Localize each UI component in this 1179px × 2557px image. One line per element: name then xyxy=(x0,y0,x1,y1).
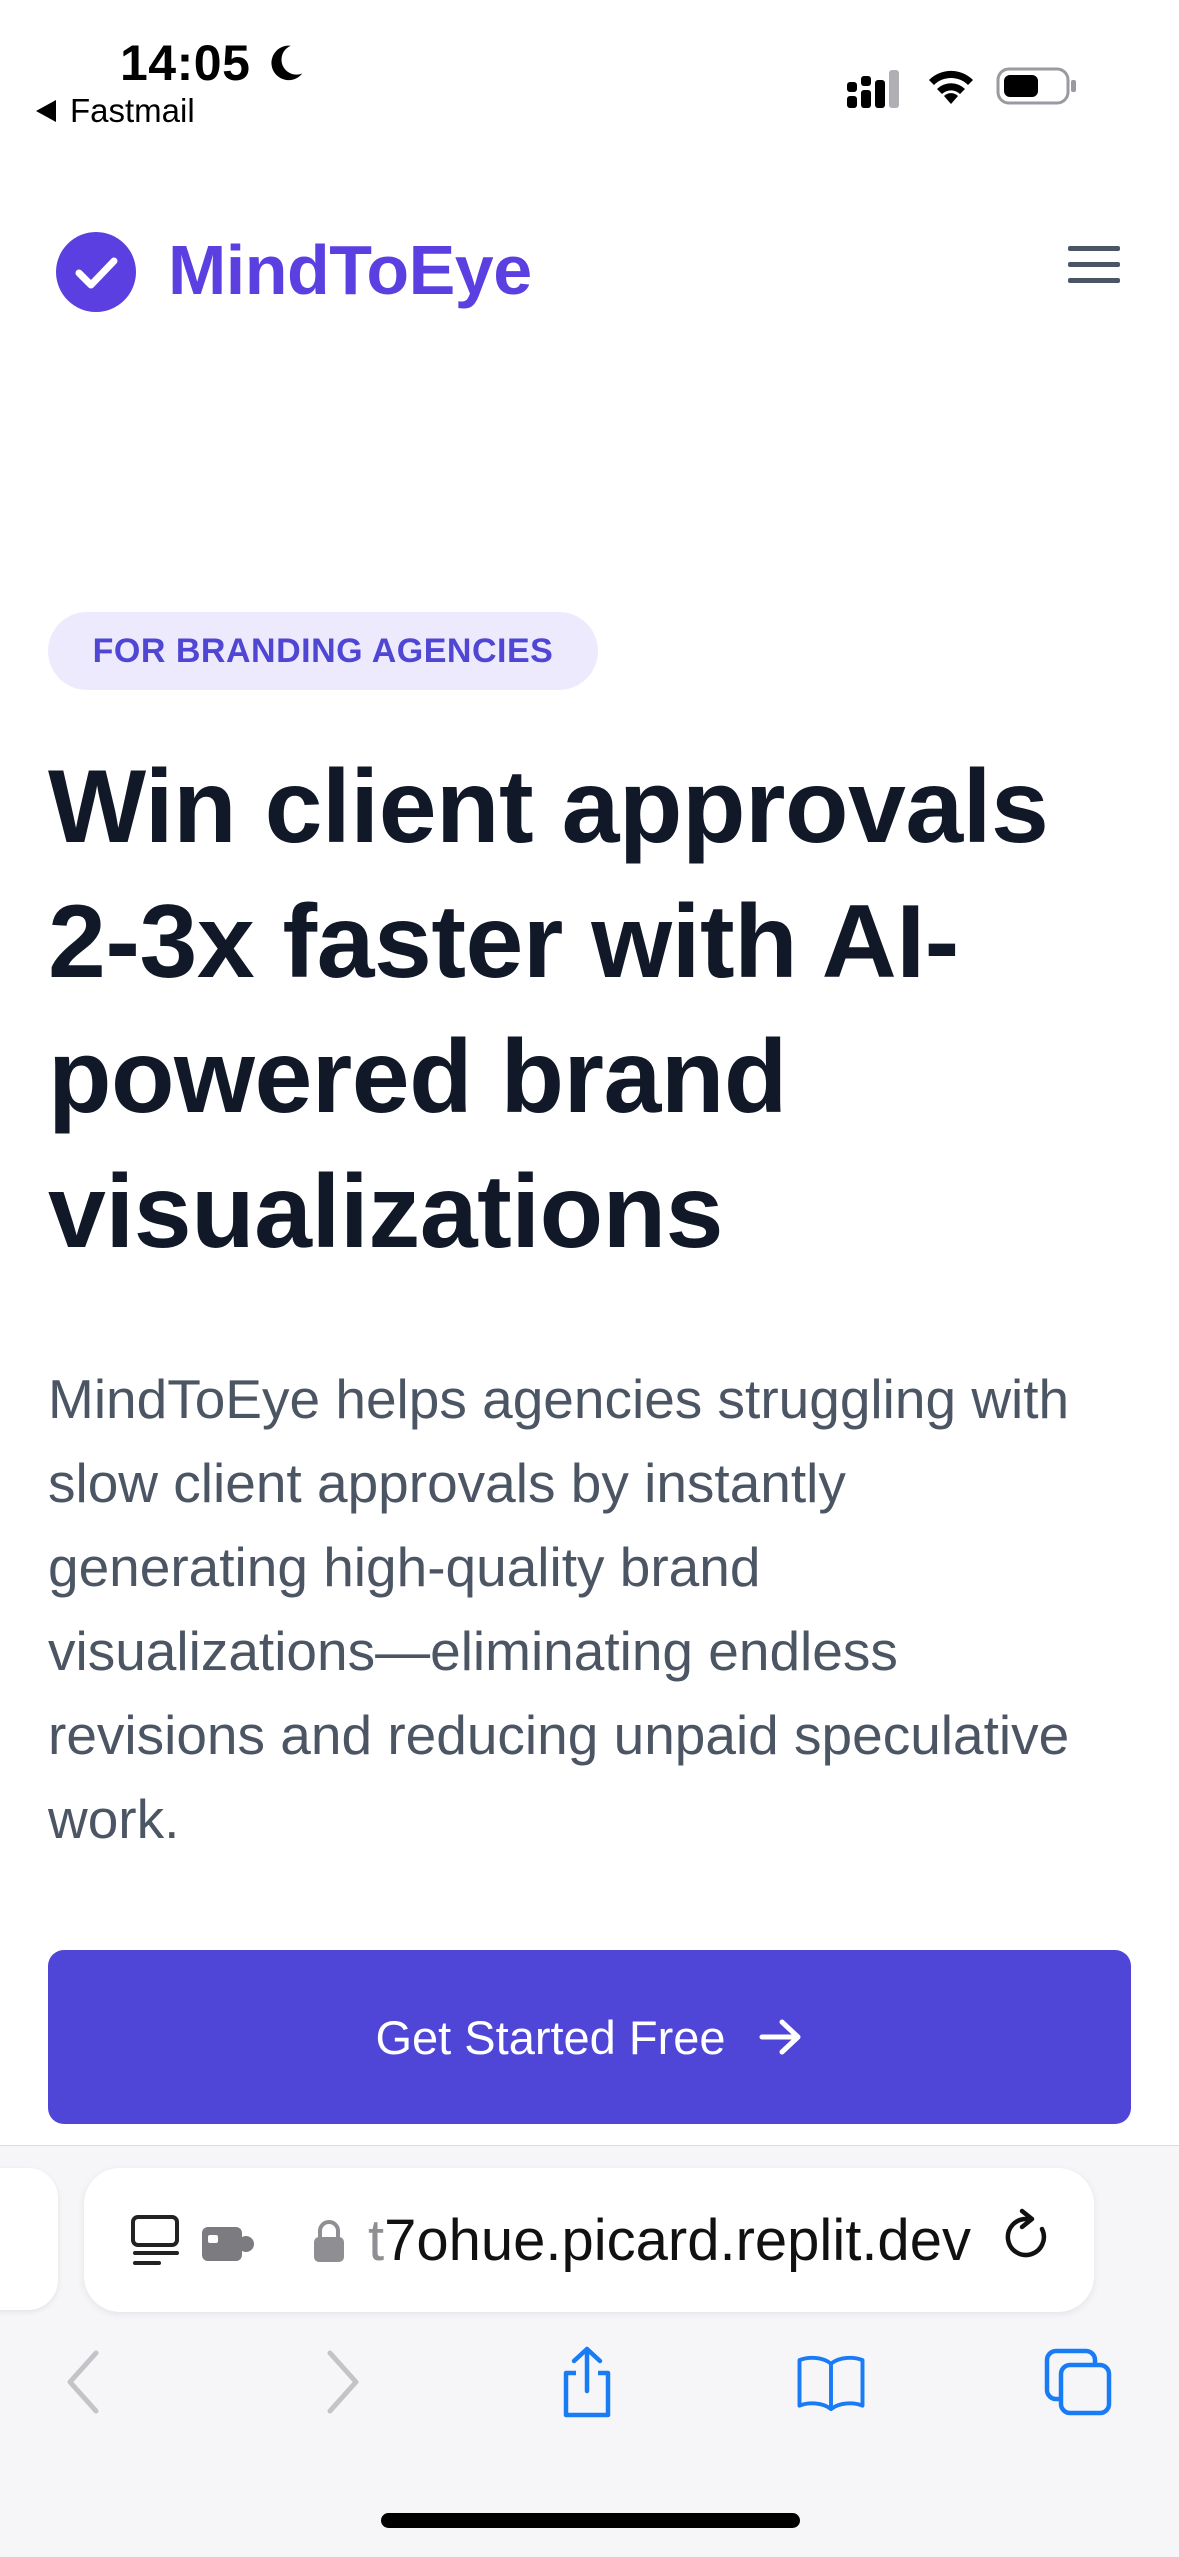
lock-icon xyxy=(314,2220,344,2262)
tabs-icon[interactable] xyxy=(1043,2345,1113,2419)
back-to-app-link[interactable]: Fastmail xyxy=(36,92,195,130)
back-app-label: Fastmail xyxy=(70,92,195,129)
get-started-label: Get Started Free xyxy=(375,2010,726,2064)
back-triangle-icon xyxy=(36,100,56,122)
share-icon[interactable] xyxy=(552,2345,622,2419)
url-text[interactable]: t7ohue.picard.replit.dev xyxy=(368,2207,971,2274)
extension-puzzle-icon[interactable] xyxy=(200,2221,258,2265)
brand-logo-text[interactable]: MindToEye xyxy=(168,230,532,310)
forward-chevron-icon[interactable] xyxy=(306,2345,376,2419)
status-time: 14:05 xyxy=(120,35,251,91)
url-domain: 7ohue.picard.replit.dev xyxy=(384,2208,971,2273)
reader-mode-icon[interactable] xyxy=(130,2213,184,2267)
previous-tab-preview[interactable] xyxy=(0,2168,58,2310)
get-started-button[interactable]: Get Started Free xyxy=(48,1950,1131,2124)
moon-icon xyxy=(271,45,303,81)
hero-title: Win client approvals 2-3x faster with AI… xyxy=(48,749,1049,1270)
back-chevron-icon[interactable] xyxy=(50,2345,120,2419)
hero-description: MindToEye helps agencies struggling with… xyxy=(48,1368,1070,1850)
hamburger-menu-icon[interactable] xyxy=(1064,240,1124,290)
wifi-icon xyxy=(929,70,973,104)
audience-badge: FOR BRANDING AGENCIES xyxy=(48,612,598,690)
status-bar: 14:05 Fastmail xyxy=(0,0,1179,140)
cellular-signal-icon xyxy=(847,70,899,108)
reload-icon[interactable] xyxy=(998,2207,1054,2267)
check-circle-icon xyxy=(56,232,136,312)
url-prefix: t xyxy=(368,2208,385,2273)
battery-icon xyxy=(996,67,1076,105)
home-indicator xyxy=(381,2513,800,2528)
bookmarks-book-icon[interactable] xyxy=(796,2345,866,2419)
arrow-right-icon xyxy=(759,2019,801,2055)
